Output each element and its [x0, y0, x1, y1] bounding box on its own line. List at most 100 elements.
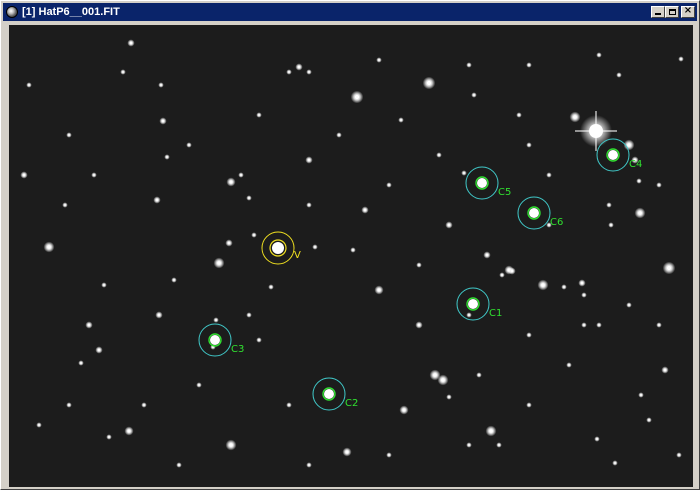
- background-star: [161, 119, 165, 123]
- background-star: [258, 114, 260, 116]
- title-bar[interactable]: [1] HatP6__001.FIT ×: [3, 3, 697, 21]
- star-field[interactable]: V C1 C2 C3 C4 C5 C6: [9, 25, 693, 487]
- background-star: [663, 368, 667, 372]
- background-star: [297, 65, 301, 69]
- background-star: [478, 374, 480, 376]
- background-star: [426, 80, 432, 86]
- marker-label: C3: [231, 344, 244, 355]
- background-star: [510, 269, 514, 273]
- background-star: [638, 211, 642, 215]
- close-icon: ×: [683, 5, 693, 16]
- background-star: [448, 396, 450, 398]
- background-star: [528, 64, 530, 66]
- background-star: [628, 304, 630, 306]
- background-star: [402, 408, 406, 412]
- marked-star: [210, 335, 220, 345]
- background-star: [666, 265, 672, 271]
- background-star: [638, 180, 640, 182]
- minimize-button[interactable]: [651, 6, 665, 18]
- background-star: [501, 274, 503, 276]
- background-star: [103, 284, 105, 286]
- background-star: [573, 115, 577, 119]
- background-star: [155, 198, 159, 202]
- background-star: [400, 119, 402, 121]
- marked-star: [608, 150, 618, 160]
- background-star: [680, 58, 682, 60]
- background-star: [583, 324, 585, 326]
- background-star: [608, 204, 610, 206]
- fits-image-canvas[interactable]: V C1 C2 C3 C4 C5 C6: [9, 25, 693, 487]
- background-star: [463, 172, 465, 174]
- background-star: [166, 156, 168, 158]
- background-star: [583, 294, 585, 296]
- marker-label: C5: [498, 187, 511, 198]
- background-star: [447, 223, 451, 227]
- background-star: [388, 184, 390, 186]
- background-star: [87, 323, 91, 327]
- background-star: [352, 249, 354, 251]
- background-star: [648, 419, 650, 421]
- background-star: [122, 71, 124, 73]
- background-star: [80, 362, 82, 364]
- minimize-icon: [655, 13, 661, 15]
- marker-label: C1: [489, 308, 502, 319]
- background-star: [618, 74, 620, 76]
- background-star: [229, 180, 233, 184]
- background-star: [363, 208, 367, 212]
- background-star: [528, 404, 530, 406]
- background-star: [173, 279, 175, 281]
- background-star: [378, 59, 380, 61]
- background-star: [388, 454, 390, 456]
- background-star: [127, 429, 131, 433]
- background-star: [580, 281, 584, 285]
- background-star: [528, 334, 530, 336]
- background-star: [614, 462, 616, 464]
- background-star: [345, 450, 349, 454]
- marker-label: C2: [345, 398, 358, 409]
- marker-label: C4: [629, 159, 642, 170]
- background-star: [288, 404, 290, 406]
- background-star: [468, 64, 470, 66]
- marked-star: [529, 208, 539, 218]
- background-star: [288, 71, 290, 73]
- background-star: [468, 444, 470, 446]
- maximize-button[interactable]: [665, 6, 679, 18]
- sky-background: [9, 25, 693, 487]
- background-star: [64, 204, 66, 206]
- background-star: [253, 234, 255, 236]
- background-star: [188, 144, 190, 146]
- background-star: [338, 134, 340, 136]
- background-star: [563, 286, 565, 288]
- background-star: [468, 314, 470, 316]
- background-star: [678, 454, 680, 456]
- close-button[interactable]: ×: [681, 5, 695, 18]
- background-star: [229, 443, 233, 447]
- background-star: [22, 173, 26, 177]
- background-star: [157, 313, 161, 317]
- background-star: [93, 174, 95, 176]
- background-star: [248, 314, 250, 316]
- background-star: [129, 41, 133, 45]
- background-star: [97, 348, 101, 352]
- background-star: [548, 174, 550, 176]
- background-star: [240, 174, 242, 176]
- background-star: [227, 241, 231, 245]
- background-star: [518, 114, 520, 116]
- background-star: [596, 438, 598, 440]
- background-star: [489, 429, 493, 433]
- background-star: [108, 436, 110, 438]
- background-star: [433, 373, 437, 377]
- background-star: [528, 144, 530, 146]
- background-star: [441, 378, 445, 382]
- background-star: [308, 204, 310, 206]
- background-star: [178, 464, 180, 466]
- window-title: [1] HatP6__001.FIT: [22, 6, 120, 18]
- marker-label: C6: [550, 217, 563, 228]
- background-star: [498, 444, 500, 446]
- background-star: [248, 197, 250, 199]
- marked-star: [477, 178, 487, 188]
- background-star: [308, 464, 310, 466]
- telescope-app-icon[interactable]: [6, 6, 18, 18]
- image-window: [1] HatP6__001.FIT × V C1 C2 C3 C4 C5 C6: [0, 0, 700, 490]
- maximize-icon: [669, 9, 676, 15]
